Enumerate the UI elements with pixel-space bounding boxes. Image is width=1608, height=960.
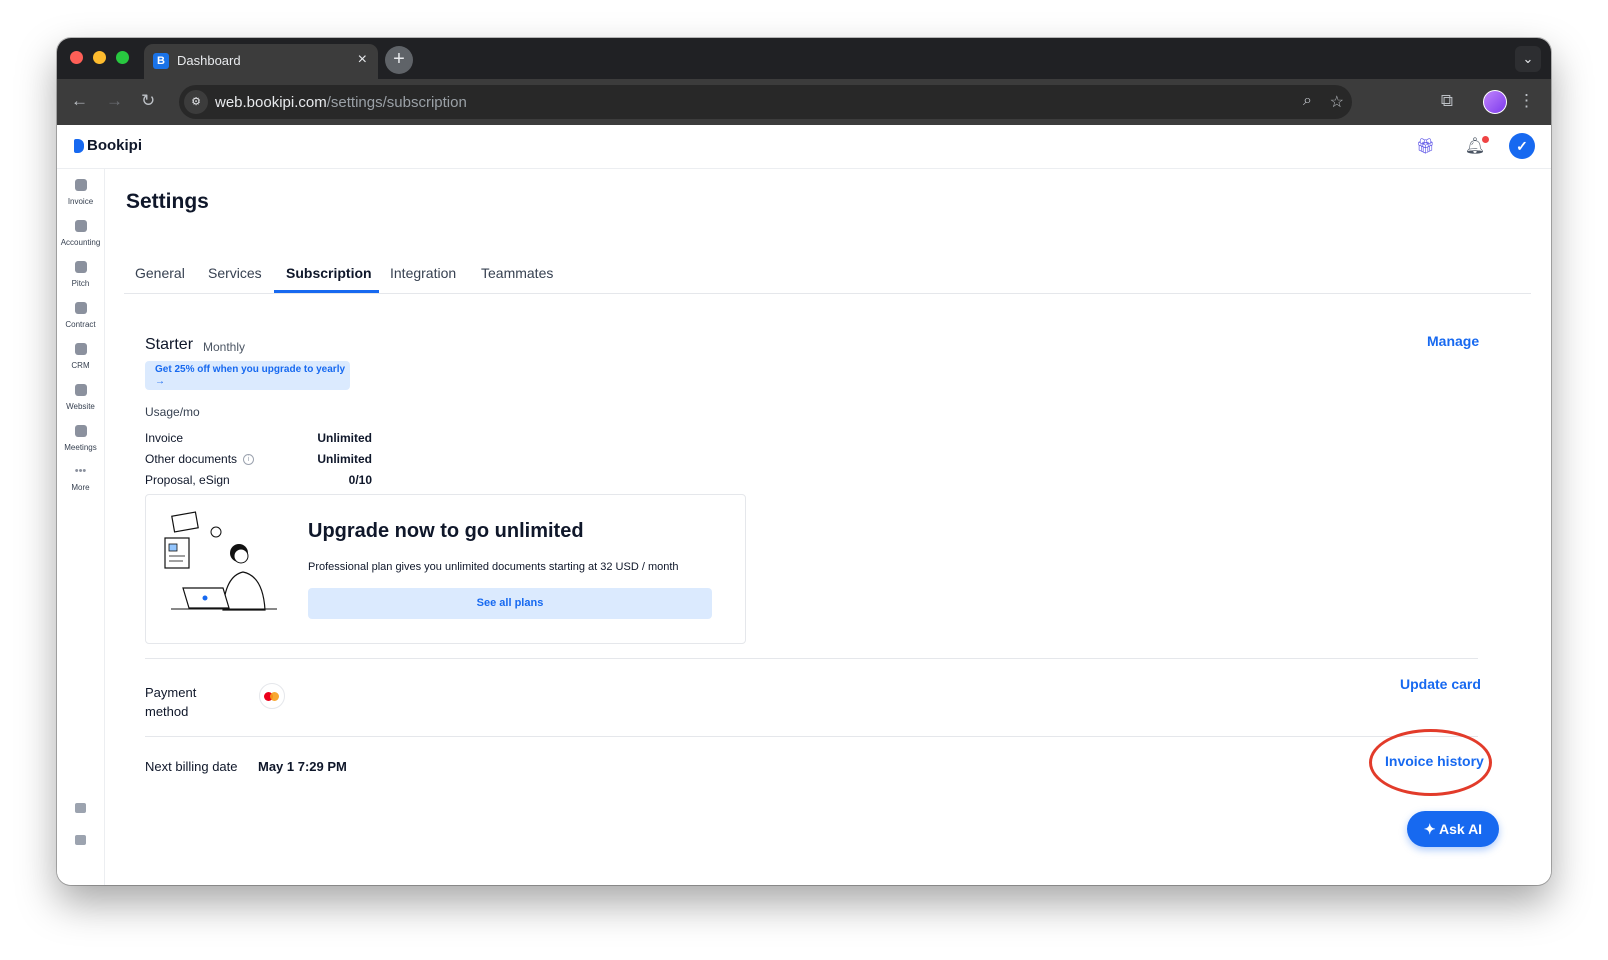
crm-icon <box>74 343 87 355</box>
contract-icon <box>74 302 87 314</box>
sidebar-item-contract[interactable]: Contract <box>57 302 104 329</box>
maximize-window-button[interactable] <box>116 51 129 64</box>
upgrade-title: Upgrade now to go unlimited <box>308 520 584 542</box>
usage-label-invoice: Invoice <box>145 431 184 445</box>
tab-title: Dashboard <box>177 53 241 68</box>
bookipi-favicon-icon: B <box>153 53 169 69</box>
account-icon[interactable] <box>75 835 86 845</box>
browser-window: B Dashboard × + ⌄ ← → ↻ ⚙ web.bookipi.co… <box>57 38 1551 885</box>
annotation-highlight-oval <box>1369 729 1492 796</box>
tab-integration[interactable]: Integration <box>390 265 456 281</box>
sidebar-item-meetings[interactable]: Meetings <box>57 425 104 452</box>
tab-subscription[interactable]: Subscription <box>286 265 372 281</box>
promo-text: Get 25% off when you upgrade to yearly → <box>155 364 346 387</box>
next-billing-value: May 1 7:29 PM <box>258 759 347 774</box>
divider <box>145 658 1478 659</box>
payment-method-label: Payment method <box>145 685 197 719</box>
tab-search-button[interactable]: ⌄ <box>1515 46 1541 72</box>
browser-menu-icon[interactable]: ⋮ <box>1518 91 1535 111</box>
app-logo[interactable]: Bookipi <box>87 137 142 154</box>
upgrade-card: Upgrade now to go unlimited Professional… <box>145 494 746 644</box>
more-icon: ••• <box>74 465 87 477</box>
sidebar-item-invoice[interactable]: Invoice <box>57 179 104 206</box>
sidebar-item-crm[interactable]: CRM <box>57 343 104 370</box>
profile-avatar[interactable] <box>1483 90 1507 114</box>
meetings-icon <box>74 425 87 437</box>
forward-icon[interactable]: → <box>106 91 123 111</box>
website-icon <box>74 384 87 396</box>
ask-ai-button[interactable]: ✦ Ask AI <box>1407 811 1499 847</box>
zoom-icon[interactable]: ⌕ <box>1303 92 1312 110</box>
tab-teammates[interactable]: Teammates <box>481 265 553 281</box>
bookipi-logo-icon <box>74 139 84 153</box>
usage-label-other-documents: Other documents i <box>145 452 255 466</box>
app-topbar: Bookipi 🎁︎ 🔔︎ ✓ <box>57 125 1551 169</box>
browser-toolbar: ← → ↻ ⚙ web.bookipi.com/settings/subscri… <box>57 79 1551 125</box>
extensions-icon[interactable]: ⧉ <box>1441 91 1453 111</box>
see-all-plans-button[interactable]: See all plans <box>308 588 712 619</box>
gift-icon[interactable]: 🎁︎ <box>1416 137 1435 155</box>
mastercard-icon <box>259 683 285 709</box>
minimize-window-button[interactable] <box>93 51 106 64</box>
address-bar[interactable]: ⚙ web.bookipi.com/settings/subscription … <box>179 85 1352 119</box>
pitch-icon <box>74 261 87 273</box>
tab-strip: B Dashboard × + ⌄ <box>57 38 1551 79</box>
tab-general[interactable]: General <box>135 265 185 281</box>
url-text: web.bookipi.com/settings/subscription <box>215 94 467 111</box>
accounting-icon <box>74 220 87 232</box>
active-tab-indicator <box>274 290 379 293</box>
divider <box>145 736 1478 737</box>
billing-cycle: Monthly <box>203 340 246 354</box>
sparkle-icon: ✦ <box>1423 821 1440 837</box>
site-info-icon[interactable]: ⚙ <box>184 90 208 114</box>
account-avatar[interactable]: ✓ <box>1509 133 1535 159</box>
tab-close-icon[interactable]: × <box>358 51 367 69</box>
bookipi-app: Bookipi 🎁︎ 🔔︎ ✓ Invoice Accounting Pitch… <box>57 125 1551 885</box>
manage-link[interactable]: Manage <box>1427 333 1479 349</box>
close-window-button[interactable] <box>70 51 83 64</box>
back-icon[interactable]: ← <box>71 91 88 111</box>
usage-value-proposal: 0/10 <box>348 473 372 487</box>
upgrade-description: Professional plan gives you unlimited do… <box>308 561 679 573</box>
sidebar-item-pitch[interactable]: Pitch <box>57 261 104 288</box>
upgrade-illustration <box>164 511 277 611</box>
new-tab-button[interactable]: + <box>385 46 413 74</box>
invoice-icon <box>74 179 87 191</box>
usage-heading: Usage/mo <box>145 405 200 419</box>
plan-name: Starter <box>145 336 194 353</box>
update-card-link[interactable]: Update card <box>1400 676 1481 692</box>
usage-label-proposal: Proposal, eSign <box>145 473 230 487</box>
next-billing-label: Next billing date <box>145 759 238 774</box>
sidebar-item-accounting[interactable]: Accounting <box>57 220 104 247</box>
notification-dot <box>1482 136 1489 143</box>
browser-tab[interactable]: B Dashboard × <box>144 44 378 79</box>
analytics-icon[interactable] <box>75 803 86 813</box>
reload-icon[interactable]: ↻ <box>141 91 155 111</box>
page-title: Settings <box>126 190 209 213</box>
tab-services[interactable]: Services <box>208 265 262 281</box>
settings-tabs: General Services Subscription Integratio… <box>124 261 1531 294</box>
bookmark-star-icon[interactable]: ☆ <box>1330 92 1344 112</box>
yearly-promo-banner[interactable]: Get 25% off when you upgrade to yearly → <box>145 361 350 390</box>
usage-value-invoice: Unlimited <box>317 431 372 445</box>
sidebar: Invoice Accounting Pitch Contract CRM We… <box>57 169 105 885</box>
sidebar-item-website[interactable]: Website <box>57 384 104 411</box>
usage-value-other-documents: Unlimited <box>317 452 372 466</box>
sidebar-item-more[interactable]: ••• More <box>57 465 104 492</box>
